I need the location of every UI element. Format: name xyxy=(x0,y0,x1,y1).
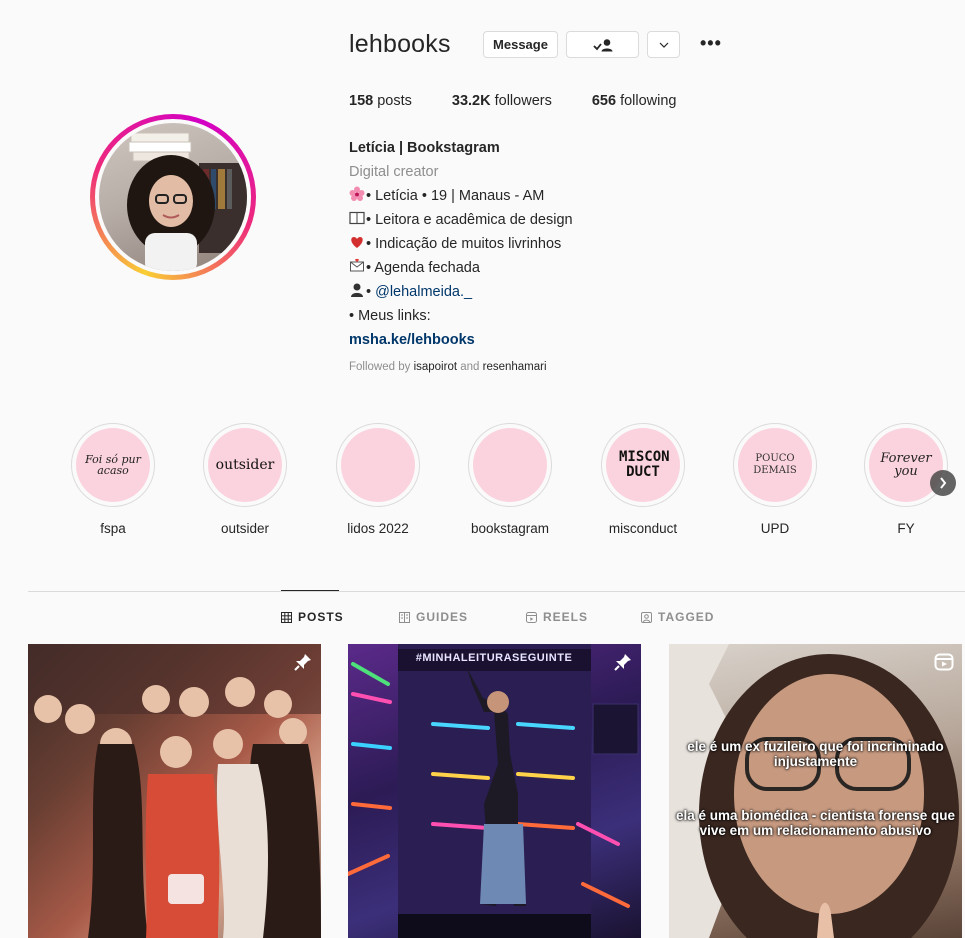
guide-icon xyxy=(399,611,410,623)
highlights-next-button[interactable] xyxy=(930,470,956,496)
highlight-misconduct[interactable]: MISCON DUCT misconduct xyxy=(600,423,686,536)
bio-mention-link[interactable]: @lehalmeida._ xyxy=(375,284,472,300)
chevron-right-icon xyxy=(940,477,947,489)
post-tile[interactable] xyxy=(28,644,321,938)
suggested-dropdown-button[interactable] xyxy=(647,31,680,58)
followers-count[interactable]: 33.2K followers xyxy=(452,93,552,109)
profile-username: lehbooks xyxy=(349,30,451,58)
profile-stats: 158 posts 33.2K followers 656 following xyxy=(349,93,717,109)
reels-icon xyxy=(526,611,537,623)
following-count[interactable]: 656 following xyxy=(592,93,677,109)
highlight-cover xyxy=(473,428,547,502)
post-photo-neon xyxy=(348,644,639,938)
post-photo-group xyxy=(28,644,321,938)
bio-website-link[interactable]: msha.ke/lehbooks xyxy=(349,328,729,352)
heart-icon xyxy=(351,237,363,248)
posts-count: 158 posts xyxy=(349,93,412,109)
tab-guides[interactable]: GUIDES xyxy=(399,610,468,624)
following-button[interactable] xyxy=(566,31,639,58)
highlight-label: fspa xyxy=(100,521,126,536)
book-icon xyxy=(349,211,365,225)
highlight-cover: outsider xyxy=(208,428,282,502)
profile-bio: Letícia | Bookstagram Digital creator • … xyxy=(349,136,729,352)
message-button[interactable]: Message xyxy=(483,31,558,58)
tagged-icon xyxy=(641,611,652,623)
highlight-cover: MISCON DUCT xyxy=(606,428,680,502)
highlight-label: bookstagram xyxy=(470,521,550,536)
tab-tagged[interactable]: TAGGED xyxy=(641,610,714,624)
bio-line: • Leitora e acadêmica de design xyxy=(349,208,729,232)
highlight-upd[interactable]: POUCO DEMAIS UPD xyxy=(732,423,818,536)
bio-line: • Letícia • 19 | Manaus - AM xyxy=(349,184,729,208)
post-tile[interactable]: ele é um ex fuzileiro que foi incriminad… xyxy=(669,644,962,938)
tab-reels[interactable]: REELS xyxy=(526,610,588,624)
avatar-photo xyxy=(99,123,247,271)
highlight-lidos-2022[interactable]: lidos 2022 xyxy=(335,423,421,536)
envelope-icon xyxy=(350,258,364,272)
highlight-cover: Foi só pur acaso xyxy=(76,428,150,502)
highlight-outsider[interactable]: outsider outsider xyxy=(202,423,288,536)
highlight-label: UPD xyxy=(760,521,790,536)
profile-full-name: Letícia | Bookstagram xyxy=(349,140,500,156)
followed-by[interactable]: Followed by isapoirot and resenhamari xyxy=(349,361,547,373)
highlight-cover: POUCO DEMAIS xyxy=(738,428,812,502)
bio-line: • @lehalmeida._ xyxy=(349,280,729,304)
highlight-label: outsider xyxy=(220,521,270,536)
person-silhouette-icon xyxy=(351,283,363,297)
highlight-fspa[interactable]: Foi só pur acaso fspa xyxy=(70,423,156,536)
bio-line: • Meus links: xyxy=(349,308,431,324)
highlight-label: FY xyxy=(897,521,915,536)
tab-posts[interactable]: POSTS xyxy=(281,610,344,624)
highlight-bookstagram[interactable]: bookstagram xyxy=(467,423,553,536)
chevron-down-icon xyxy=(659,42,668,48)
more-options-icon[interactable]: ••• xyxy=(700,34,722,52)
cherry-blossom-icon xyxy=(349,186,365,201)
post-caption-text: ela é uma biomédica - cientista forense … xyxy=(675,808,956,838)
highlight-label: misconduct xyxy=(608,521,678,536)
highlight-cover xyxy=(341,428,415,502)
post-photo-selfie xyxy=(669,644,959,938)
bio-line: • Indicação de muitos livrinhos xyxy=(349,232,729,256)
reel-icon xyxy=(934,653,954,671)
post-tile[interactable]: #MINHALEITURASEGUINTE xyxy=(348,644,641,938)
highlight-label: lidos 2022 xyxy=(347,521,409,536)
profile-avatar[interactable] xyxy=(90,114,256,280)
active-tab-indicator xyxy=(281,590,339,591)
pin-icon xyxy=(294,654,311,671)
pin-icon xyxy=(614,654,631,671)
profile-category: Digital creator xyxy=(349,164,439,180)
post-caption-text: ele é um ex fuzileiro que foi incriminad… xyxy=(687,739,944,769)
post-neon-sign: #MINHALEITURASEGUINTE xyxy=(415,652,573,664)
grid-icon xyxy=(281,611,292,623)
bio-line: • Agenda fechada xyxy=(349,256,729,280)
person-check-icon xyxy=(592,38,612,51)
tabs-divider xyxy=(28,591,965,592)
